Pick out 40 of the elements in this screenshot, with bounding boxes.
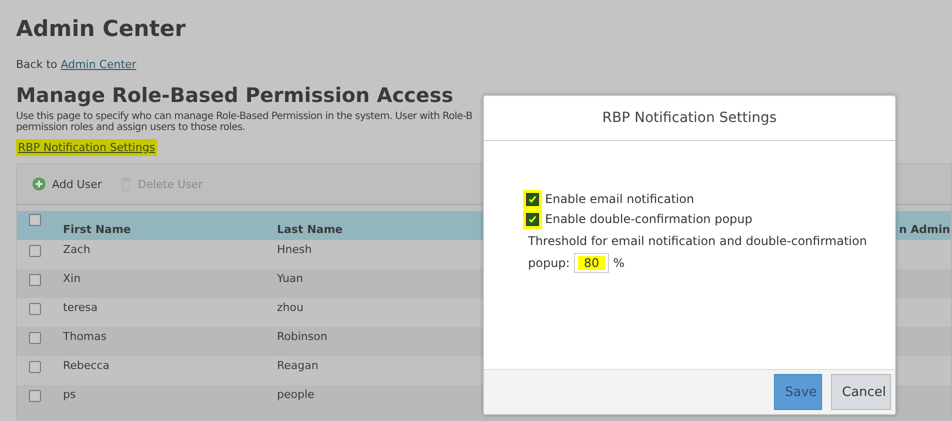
column-header: n Admin (899, 223, 950, 238)
add-icon (32, 177, 46, 191)
option-label: Enable double-confirmation popup (545, 212, 752, 226)
description-text: permission roles and assign users to those roles. (16, 122, 246, 133)
notification-settings-link[interactable]: RBP Notification Settings (16, 139, 158, 156)
table-cell: Xin (63, 272, 81, 285)
row-checkbox[interactable] (29, 390, 41, 402)
table-cell: Zach (63, 243, 90, 256)
back-text: Back to (16, 58, 58, 71)
page-heading: Manage Role-Based Permission Access (16, 82, 454, 109)
option-label: Enable email notification (545, 192, 694, 206)
percent-label: % (613, 256, 625, 270)
admin-center-link[interactable]: Admin Center (60, 58, 136, 71)
table-cell: Reagan (277, 359, 318, 372)
row-checkbox[interactable] (29, 245, 41, 257)
table-cell: Thomas (63, 330, 107, 343)
table-cell: Robinson (277, 330, 328, 343)
description-text: Use this page to specify who can manage Role-Based Permission in the system. User with Role-B (16, 111, 474, 122)
row-checkbox[interactable] (29, 332, 41, 344)
table-cell: Rebecca (63, 359, 110, 372)
column-header: Last Name (277, 223, 343, 238)
table-cell: ps (63, 388, 76, 401)
table-cell: teresa (63, 301, 98, 314)
column-header: First Name (63, 223, 131, 238)
toolbar-button[interactable]: Add User (32, 177, 102, 191)
table-cell: Hnesh (277, 243, 312, 256)
page-title: Admin Center (16, 16, 187, 44)
cancel-button[interactable]: Cancel (831, 374, 891, 410)
threshold-input[interactable]: 80 (574, 253, 610, 273)
threshold-label: popup: (528, 256, 570, 270)
row-checkbox[interactable] (29, 303, 41, 315)
row-checkbox[interactable] (29, 361, 41, 373)
table-cell: people (277, 388, 314, 401)
table-cell: zhou (277, 301, 304, 314)
row-checkbox[interactable] (29, 274, 41, 286)
select-all-checkbox[interactable] (29, 214, 41, 226)
save-button[interactable]: Save (774, 374, 822, 410)
threshold-label: Threshold for email notification and double-confirmation (527, 233, 868, 250)
table-cell: Yuan (277, 272, 304, 285)
dialog-title: RBP Notification Settings (484, 96, 895, 141)
